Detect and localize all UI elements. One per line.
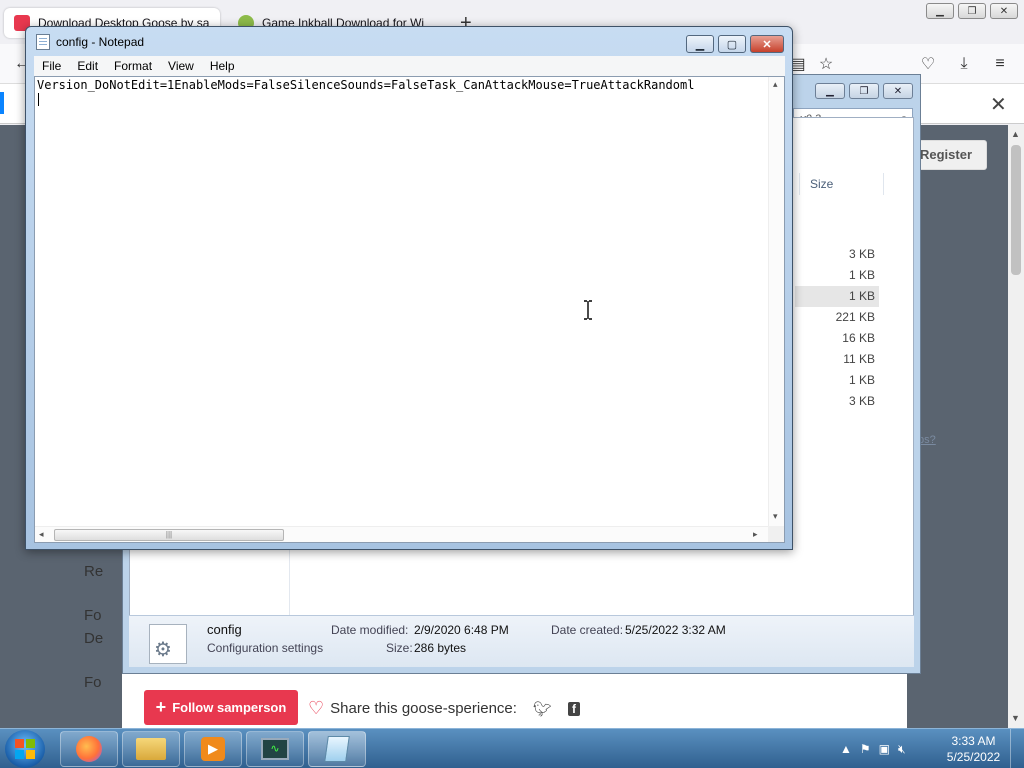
file-size-cell: 1 KB	[848, 373, 875, 387]
firefox-icon	[76, 736, 102, 762]
scroll-right-icon[interactable]: ▸	[753, 529, 758, 540]
notepad-menubar: File Edit Format View Help	[34, 56, 785, 76]
facebook-icon[interactable]: f	[567, 701, 580, 716]
clock-date: 5/25/2022	[946, 750, 1001, 764]
horizontal-scroll-thumb[interactable]: |||	[54, 529, 284, 541]
taskbar-notepad[interactable]	[308, 731, 366, 767]
taskbar-media-player[interactable]: ▶	[184, 731, 242, 767]
gear-icon: ⚙	[154, 639, 172, 661]
tray-expand-icon[interactable]: ▲	[840, 742, 852, 756]
date-created-value: 5/25/2022 3:32 AM	[625, 623, 726, 637]
share-label: Share this goose-sperience:	[330, 700, 517, 717]
notepad-content[interactable]: Version_DoNotEdit=1EnableMods=FalseSilen…	[37, 78, 767, 92]
taskbar-explorer[interactable]	[122, 731, 180, 767]
banner-accent	[0, 92, 4, 114]
menu-icon[interactable]: ≡	[990, 54, 1010, 74]
side-text-1: Re	[84, 563, 104, 580]
detail-file-name: config	[207, 622, 242, 637]
heart-icon[interactable]: ♡	[308, 698, 324, 719]
bookmark-star-icon[interactable]: ☆	[816, 54, 836, 74]
ibeam-cursor-icon	[584, 300, 592, 320]
scroll-down-icon[interactable]: ▾	[773, 511, 778, 522]
show-desktop-button[interactable]	[1010, 729, 1024, 768]
follow-label: Follow samperson	[172, 700, 287, 715]
notepad-titlebar: config - Notepad	[36, 34, 144, 50]
taskbar-clock[interactable]: 3:33 AM 5/25/2022	[946, 733, 1001, 765]
side-text-3: De	[84, 630, 104, 647]
banner-close-icon[interactable]: ✕	[990, 92, 1007, 117]
column-divider	[289, 545, 290, 615]
taskbar-task-manager[interactable]: ∿	[246, 731, 304, 767]
menu-file[interactable]: File	[34, 59, 69, 73]
size-value: 286 bytes	[414, 641, 467, 655]
taskbar: ▶ ∿ ▲ ⚑ ▣ 🔇︎ 3:33 AM 5/25/2022	[0, 728, 1024, 768]
follow-button[interactable]: + Follow samperson	[144, 690, 298, 725]
scroll-up-icon[interactable]: ▲	[1011, 129, 1020, 139]
close-button[interactable]: ✕	[990, 3, 1018, 19]
share-row: ♡ Share this goose-sperience: 🐦︎ f	[308, 698, 580, 719]
scroll-down-icon[interactable]: ▼	[1011, 713, 1020, 723]
media-player-icon: ▶	[201, 737, 225, 761]
size-label: Size:	[386, 641, 413, 655]
network-icon[interactable]: ▣	[879, 742, 890, 756]
windows-logo-icon	[15, 739, 35, 759]
file-size-cell: 221 KB	[835, 310, 875, 324]
detail-file-type: Configuration settings	[207, 641, 324, 655]
file-size-cell: 1 KB	[848, 268, 875, 282]
config-file-icon: ⚙	[149, 624, 187, 664]
details-pane: ⚙ config Configuration settings Date mod…	[129, 615, 914, 667]
file-size-cell-selected: 1 KB	[795, 286, 879, 307]
menu-format[interactable]: Format	[106, 59, 160, 73]
monitor-icon: ∿	[261, 738, 289, 760]
taskbar-firefox[interactable]	[60, 731, 118, 767]
volume-muted-icon[interactable]: 🔇︎	[898, 742, 906, 757]
file-size-cell: 3 KB	[848, 394, 875, 408]
notepad-horizontal-scrollbar[interactable]: ◂ ||| ▸	[35, 526, 768, 542]
scroll-up-icon[interactable]: ▴	[773, 79, 778, 90]
date-modified-label: Date modified:	[331, 623, 409, 637]
notepad-taskbar-icon	[324, 736, 350, 762]
side-text-4: Fo	[84, 674, 102, 691]
start-button[interactable]	[5, 730, 45, 768]
size-column-header[interactable]: Size	[799, 173, 884, 195]
action-center-flag-icon[interactable]: ⚑	[860, 742, 871, 756]
menu-help[interactable]: Help	[202, 59, 243, 73]
explorer-close-button[interactable]: ✕	[883, 83, 913, 99]
download-icon[interactable]: ⤓	[954, 54, 974, 74]
text-caret	[38, 93, 39, 106]
menu-view[interactable]: View	[160, 59, 202, 73]
menu-edit[interactable]: Edit	[69, 59, 106, 73]
file-size-cell: 3 KB	[848, 247, 875, 261]
date-modified-value: 2/9/2020 6:48 PM	[414, 623, 509, 637]
date-created-label: Date created:	[551, 623, 624, 637]
notepad-minimize-button[interactable]: ▁	[686, 35, 714, 53]
notepad-window: config - Notepad ▁ ▢ ✕ File Edit Format …	[25, 26, 793, 550]
explorer-restore-button[interactable]: ❐	[849, 83, 879, 99]
page-scrollbar[interactable]: ▲ ▼	[1008, 125, 1024, 728]
notepad-maximize-button[interactable]: ▢	[718, 35, 746, 53]
clock-time: 3:33 AM	[951, 734, 996, 748]
pocket-icon[interactable]: ♡	[918, 54, 938, 74]
file-size-cell: 16 KB	[842, 331, 875, 345]
folder-icon	[136, 738, 166, 760]
side-text-2: Fo	[84, 607, 102, 624]
system-tray: ▲ ⚑ ▣ 🔇︎	[840, 729, 906, 768]
notepad-vertical-scrollbar[interactable]: ▴ ▾	[768, 77, 784, 526]
file-size-cell: 11 KB	[843, 352, 875, 366]
page-scroll-thumb[interactable]	[1011, 145, 1021, 275]
notepad-text-area[interactable]: Version_DoNotEdit=1EnableMods=FalseSilen…	[34, 76, 785, 543]
resize-grip-icon[interactable]	[768, 526, 784, 542]
notepad-title: config - Notepad	[56, 35, 145, 49]
notepad-icon	[36, 34, 50, 50]
notepad-close-button[interactable]: ✕	[750, 35, 784, 53]
plus-icon: +	[155, 697, 167, 717]
scroll-left-icon[interactable]: ◂	[39, 529, 44, 540]
minimize-button[interactable]: ▁	[926, 3, 954, 19]
explorer-minimize-button[interactable]: ▁	[815, 83, 845, 99]
restore-button[interactable]: ❐	[958, 3, 986, 19]
twitter-icon[interactable]: 🐦︎	[533, 700, 552, 718]
